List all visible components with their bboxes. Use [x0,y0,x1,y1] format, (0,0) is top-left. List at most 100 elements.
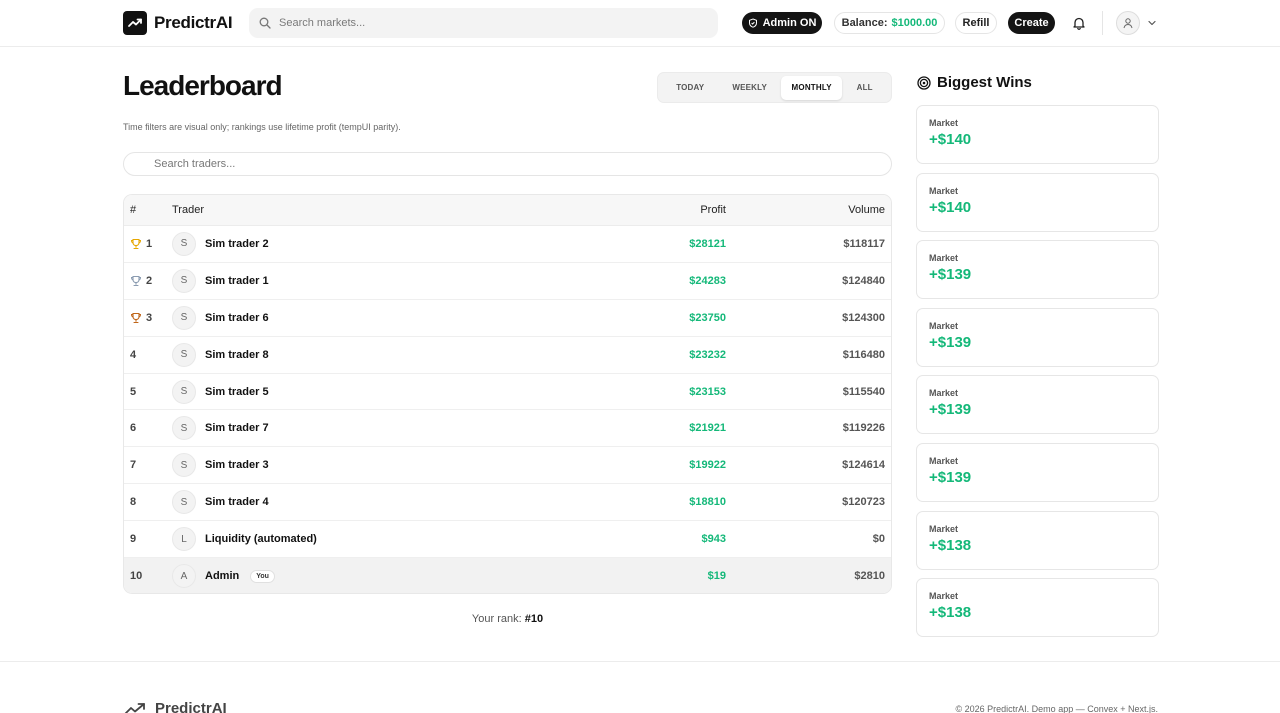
table-row[interactable]: 6 S Sim trader 7 $21921 $119226 [124,410,891,448]
profit-cell: $23153 [689,385,726,398]
rank-cell: 9 [124,533,172,545]
footer-copyright: © 2026 PredictrAI. Demo app — Convex + N… [955,704,1158,713]
profit-cell: $21921 [689,422,726,435]
trader-cell: L Liquidity (automated) [172,527,586,552]
win-market-label: Market [929,388,959,399]
column-trader: Trader [172,204,204,216]
win-card[interactable]: Market +$139 [916,240,1159,300]
avatar: S [172,490,196,515]
table-row[interactable]: 9 L Liquidity (automated) $943 $0 [124,521,891,559]
win-market-label: Market [929,320,959,331]
biggest-wins-heading: Biggest Wins [917,74,1032,91]
table-row[interactable]: 3 S Sim trader 6 $23750 $124300 [124,300,891,337]
win-market-label: Market [929,523,959,534]
brand-name: PredictrAI [154,13,233,32]
profit-cell: $943 [701,533,726,546]
shield-icon [748,18,757,28]
win-amount: +$138 [929,604,972,622]
trader-cell: S Sim trader 5 [172,379,586,404]
avatar: A [172,564,196,589]
rank-number: 6 [130,422,137,435]
brand-logo[interactable]: PredictrAI [123,11,233,35]
admin-toggle-label: Admin ON [762,17,817,29]
trader-name[interactable]: Sim trader 6 [205,312,269,324]
bell-icon[interactable] [1071,15,1087,31]
admin-toggle-button[interactable]: Admin ON [742,12,822,34]
tab-today[interactable]: TODAY [662,76,719,100]
time-filter-note: Time filters are visual only; rankings u… [123,122,401,132]
table-row[interactable]: 4 S Sim trader 8 $23232 $116480 [124,337,891,374]
win-card[interactable]: Market +$138 [916,578,1159,638]
trader-name[interactable]: Sim trader 1 [205,275,269,287]
win-market-label: Market [929,456,959,466]
trader-name[interactable]: Sim trader 8 [205,349,269,361]
table-row[interactable]: 8 S Sim trader 4 $18810 $120723 [124,484,891,522]
rank-cell: 7 [124,459,172,471]
profit-cell: $28121 [689,237,726,250]
table-row[interactable]: 2 S Sim trader 1 $24283 $124840 [124,263,891,300]
time-filter-tabs: TODAY WEEKLY MONTHLY ALL [657,72,892,103]
win-card[interactable]: Market +$140 [916,172,1159,232]
rank-number: 5 [130,385,137,398]
rank-number: 1 [146,237,153,250]
trader-name[interactable]: Sim trader 4 [205,496,269,508]
rank-cell: 6 [124,422,172,434]
table-row[interactable]: 7 S Sim trader 3 $19922 $124614 [124,447,891,485]
win-card[interactable]: Market +$139 [916,375,1159,435]
rank-cell: 10 [124,570,172,582]
tab-monthly[interactable]: MONTHLY [780,75,843,100]
market-search-input[interactable] [279,17,699,29]
profit-cell: $19 [707,570,726,583]
avatar: S [172,231,196,256]
your-rank-value: #10 [524,613,544,625]
trader-cell: S Sim trader 6 [172,305,586,330]
market-search[interactable] [249,8,718,38]
top-nav: PredictrAI Admin ON Balance: $1000.00 Re… [0,0,1280,47]
create-button[interactable]: Create [1008,12,1055,34]
trader-cell: A Admin You [172,564,586,589]
column-volume[interactable]: Volume [726,204,891,216]
rank-cell: 8 [124,496,172,508]
avatar: S [172,342,196,367]
tab-weekly[interactable]: WEEKLY [719,76,781,100]
trending-up-icon [123,11,147,35]
trending-up-icon [124,702,145,713]
refill-button[interactable]: Refill [955,12,997,34]
trader-name[interactable]: Sim trader 2 [205,238,269,250]
win-card[interactable]: Market +$138 [916,510,1159,570]
trader-search-input[interactable] [154,158,854,170]
table-row[interactable]: 5 S Sim trader 5 $23153 $115540 [124,374,891,411]
win-card[interactable]: Market +$139 [916,307,1159,367]
table-row[interactable]: 1 S Sim trader 2 $28121 $118117 [124,226,891,263]
tab-all[interactable]: ALL [842,76,887,100]
rank-number: 8 [130,496,137,509]
volume-cell: $124614 [842,459,885,472]
win-amount: +$139 [929,469,972,486]
trader-name[interactable]: Sim trader 3 [205,459,269,471]
profit-cell: $23750 [689,311,726,324]
trader-name[interactable]: Sim trader 7 [205,422,269,434]
win-card[interactable]: Market +$139 [916,443,1159,502]
medal-bronze-icon [130,312,142,324]
trophy-icon [130,238,142,250]
table-row[interactable]: 10 A Admin You $19 $2810 [124,558,891,593]
column-rank: # [130,204,137,216]
trader-name[interactable]: Admin [205,570,239,582]
column-profit[interactable]: Profit [586,204,726,216]
win-amount: +$140 [929,198,972,216]
user-menu-avatar[interactable] [1116,11,1140,35]
chevron-down-icon[interactable] [1146,17,1158,29]
rank-cell: 2 [124,275,172,287]
trader-search[interactable] [123,152,892,176]
volume-cell: $116480 [842,348,885,361]
target-icon [917,75,931,90]
win-card[interactable]: Market +$140 [916,105,1159,164]
medal-silver-icon [130,275,142,287]
footer-brand[interactable]: PredictrAI [123,700,227,713]
trader-name[interactable]: Sim trader 5 [205,386,269,398]
win-amount: +$139 [929,333,972,351]
trader-name[interactable]: Liquidity (automated) [205,533,317,545]
volume-cell: $119226 [842,422,885,435]
avatar: S [172,379,196,404]
rank-number: 3 [146,311,153,324]
